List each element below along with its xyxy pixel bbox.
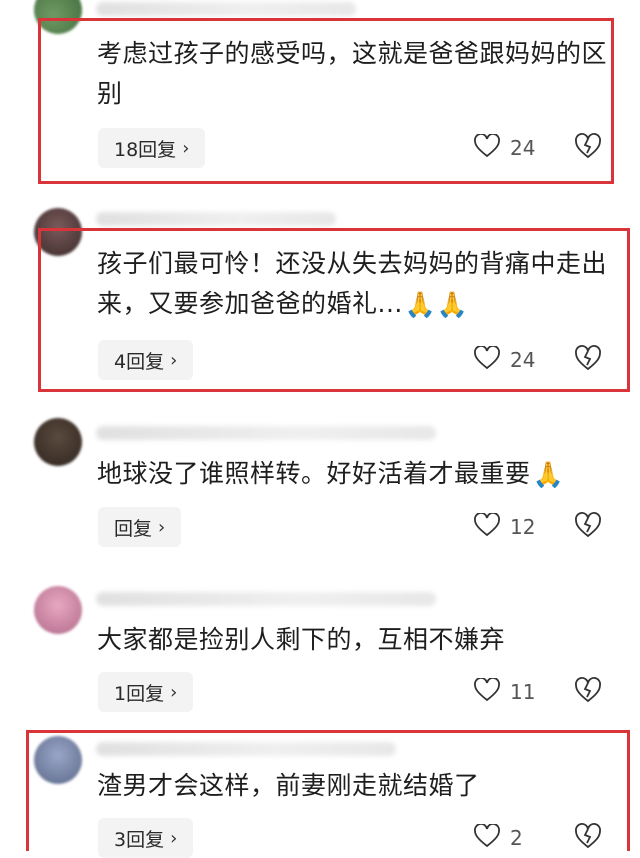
avatar[interactable] xyxy=(34,586,82,634)
reply-label: 4回复 xyxy=(114,350,165,373)
dislike-button[interactable] xyxy=(574,818,602,858)
reply-label: 回复 xyxy=(114,517,153,540)
dislike-button[interactable] xyxy=(574,507,602,547)
praying-hands-emoji: 🙏 xyxy=(532,460,565,489)
heart-icon xyxy=(474,345,500,374)
heart-icon xyxy=(474,677,500,706)
heart-icon xyxy=(474,512,500,541)
avatar[interactable] xyxy=(34,736,82,784)
comment-text: 大家都是捡别人剩下的，互相不嫌弃 xyxy=(97,625,506,654)
reply-button[interactable]: 3回复 › xyxy=(98,818,194,858)
like-button[interactable]: 24 xyxy=(474,340,535,380)
comment-text: 孩子们最可怜！还没从失去妈妈的背痛中走出来，又要参加爸爸的婚礼...🙏🙏 xyxy=(97,244,612,325)
like-count: 24 xyxy=(510,348,536,372)
like-button[interactable]: 12 xyxy=(474,507,535,547)
blurred-username xyxy=(96,592,436,606)
chevron-right-icon: › xyxy=(182,137,190,159)
comment-text: 渣男才会这样，前妻刚走就结婚了 xyxy=(97,771,480,800)
avatar[interactable] xyxy=(34,208,82,256)
like-count: 2 xyxy=(510,826,523,850)
chevron-right-icon: › xyxy=(158,516,166,538)
reply-button[interactable]: 18回复 › xyxy=(98,128,206,168)
dislike-button[interactable] xyxy=(574,672,602,712)
broken-heart-icon xyxy=(574,677,602,707)
like-count: 11 xyxy=(510,680,536,704)
broken-heart-icon xyxy=(574,345,602,375)
reply-button[interactable]: 回复 › xyxy=(98,507,182,547)
chevron-right-icon: › xyxy=(170,827,178,849)
avatar[interactable] xyxy=(34,418,82,466)
reply-label: 3回复 xyxy=(114,828,165,851)
blurred-username xyxy=(96,426,436,440)
blurred-username xyxy=(96,742,396,756)
chevron-right-icon: › xyxy=(170,349,178,371)
blurred-username xyxy=(96,2,356,16)
chevron-right-icon: › xyxy=(170,681,178,703)
comment-text: 考虑过孩子的感受吗，这就是爸爸跟妈妈的区别 xyxy=(97,39,608,108)
reply-button[interactable]: 4回复 › xyxy=(98,340,194,380)
avatar[interactable] xyxy=(34,0,82,34)
reply-label: 18回复 xyxy=(114,138,177,161)
like-button[interactable]: 11 xyxy=(474,672,535,712)
dislike-button[interactable] xyxy=(574,128,602,168)
broken-heart-icon xyxy=(574,133,602,163)
heart-icon xyxy=(474,133,500,162)
like-count: 12 xyxy=(510,515,536,539)
like-button[interactable]: 24 xyxy=(474,128,535,168)
comment-text-body: 地球没了谁照样转。好好活着才最重要 xyxy=(97,459,531,488)
blurred-username xyxy=(96,212,336,226)
like-button[interactable]: 2 xyxy=(474,818,523,858)
like-count: 24 xyxy=(510,136,536,160)
heart-icon xyxy=(474,823,500,852)
comment-text-body: 孩子们最可怜！还没从失去妈妈的背痛中走出来，又要参加爸爸的婚礼... xyxy=(97,249,608,318)
dislike-button[interactable] xyxy=(574,340,602,380)
praying-hands-emoji: 🙏🙏 xyxy=(404,290,469,319)
broken-heart-icon xyxy=(574,512,602,542)
reply-button[interactable]: 1回复 › xyxy=(98,672,194,712)
reply-label: 1回复 xyxy=(114,682,165,705)
broken-heart-icon xyxy=(574,823,602,853)
comment-text: 地球没了谁照样转。好好活着才最重要🙏 xyxy=(97,454,612,495)
